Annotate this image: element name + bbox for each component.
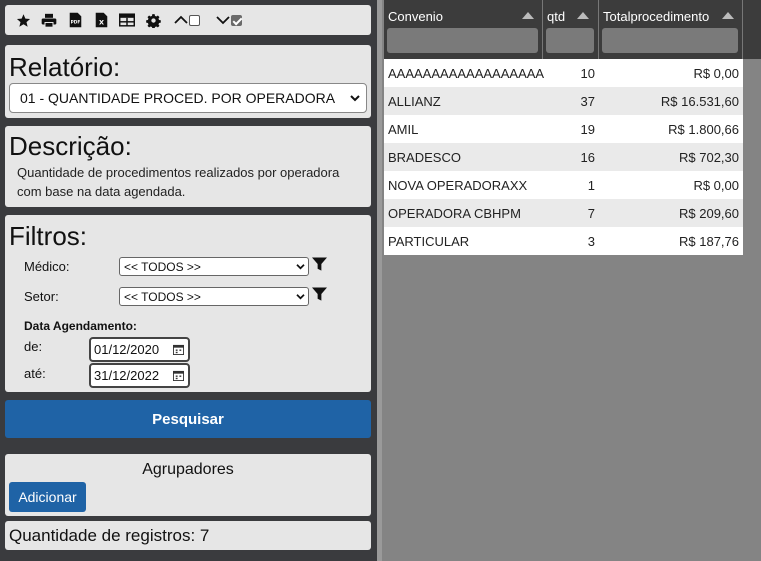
expand-checkbox[interactable] xyxy=(231,14,242,26)
expand-toggle[interactable] xyxy=(216,14,242,26)
table-row[interactable]: OPERADORA CBHPM 7 R$ 209,60 xyxy=(384,199,743,227)
cell-convenio: ALLIANZ xyxy=(388,94,441,109)
cell-qtd: 19 xyxy=(580,122,595,137)
report-select[interactable]: 01 - QUANTIDADE PROCED. POR OPERADORA xyxy=(9,83,367,113)
table-row[interactable]: ALLIANZ 37 R$ 16.531,60 xyxy=(384,87,743,115)
column-header-label: Totalprocedimento xyxy=(603,9,710,24)
column-filter-qtd[interactable] xyxy=(546,28,594,53)
cell-qtd: 7 xyxy=(587,206,595,221)
table-icon[interactable] xyxy=(114,7,140,33)
filters-panel: Filtros: Médico: << TODOS >> Setor: << T… xyxy=(5,215,371,392)
setor-select-value: << TODOS >> xyxy=(124,289,201,304)
column-filter-total[interactable] xyxy=(602,28,738,53)
report-panel: Relatório: 01 - QUANTIDADE PROCED. POR O… xyxy=(5,45,371,118)
star-icon[interactable] xyxy=(10,7,36,33)
cell-convenio: BRADESCO xyxy=(388,150,461,165)
table-row[interactable]: PARTICULAR 3 R$ 187,76 xyxy=(384,227,743,255)
record-count-panel: Quantidade de registros: 7 xyxy=(5,521,371,550)
cell-total: R$ 0,00 xyxy=(693,178,739,193)
report-title: Relatório: xyxy=(9,52,121,82)
calendar-icon[interactable] xyxy=(173,370,184,381)
results-panel: Convenio qtd Totalprocedimento AAAAAAAAA… xyxy=(382,0,761,561)
date-from-value: 01/12/2020 xyxy=(94,342,160,357)
pdf-icon[interactable]: PDF xyxy=(62,7,88,33)
collapse-checkbox[interactable] xyxy=(189,14,200,26)
setor-select[interactable]: << TODOS >> xyxy=(119,287,309,306)
cell-total: R$ 702,30 xyxy=(679,150,739,165)
toolbar: PDF X xyxy=(5,5,371,35)
add-grouper-button[interactable]: Adicionar xyxy=(9,482,86,512)
date-to-input[interactable]: 31/12/2022 xyxy=(89,363,190,388)
svg-text:X: X xyxy=(98,18,103,26)
search-button[interactable]: Pesquisar xyxy=(5,400,371,438)
cell-total: R$ 187,76 xyxy=(679,234,739,249)
chevron-down-icon xyxy=(296,294,305,300)
description-title: Descrição: xyxy=(9,131,132,161)
description-panel: Descrição: Quantidade de procedimentos r… xyxy=(5,126,371,207)
chevron-down-icon xyxy=(350,95,360,102)
cell-convenio: PARTICULAR xyxy=(388,234,470,249)
cell-convenio: OPERADORA CBHPM xyxy=(388,206,521,221)
ate-label: até: xyxy=(24,366,46,381)
column-header-qtd[interactable]: qtd xyxy=(543,0,599,59)
cell-convenio: AMIL xyxy=(388,122,419,137)
record-count: Quantidade de registros: 7 xyxy=(9,526,210,545)
calendar-icon[interactable] xyxy=(173,344,184,355)
chevron-down-icon xyxy=(216,16,230,25)
report-select-value: 01 - QUANTIDADE PROCED. POR OPERADORA xyxy=(20,90,336,106)
filters-title: Filtros: xyxy=(9,221,87,251)
excel-icon[interactable]: X xyxy=(88,7,114,33)
filter-icon[interactable] xyxy=(312,287,327,301)
filter-icon[interactable] xyxy=(312,257,327,271)
column-header-label: Convenio xyxy=(388,9,443,24)
sort-asc-icon[interactable] xyxy=(722,12,734,19)
svg-text:PDF: PDF xyxy=(70,20,80,26)
date-from-input[interactable]: 01/12/2020 xyxy=(89,337,190,362)
cell-total: R$ 16.531,60 xyxy=(660,94,739,109)
table-row[interactable]: NOVA OPERADORAXX 1 R$ 0,00 xyxy=(384,171,743,199)
cell-total: R$ 1.800,66 xyxy=(668,122,739,137)
description-text: Quantidade de procedimentos realizados p… xyxy=(17,165,340,199)
medico-select-value: << TODOS >> xyxy=(124,259,201,274)
collapse-toggle[interactable] xyxy=(174,14,200,26)
cell-qtd: 10 xyxy=(580,66,595,81)
grid-header: Convenio qtd Totalprocedimento xyxy=(384,0,761,59)
left-panel: PDF X Relatório: 01 - QUANTIDADE PROCED.… xyxy=(0,0,377,561)
column-header-total[interactable]: Totalprocedimento xyxy=(599,0,743,59)
sort-asc-icon[interactable] xyxy=(577,12,589,19)
date-to-value: 31/12/2022 xyxy=(94,368,160,383)
cell-convenio: NOVA OPERADORAXX xyxy=(388,178,528,193)
gear-icon[interactable] xyxy=(140,7,166,33)
cell-total: R$ 0,00 xyxy=(693,66,739,81)
chevron-up-icon xyxy=(174,15,188,24)
table-row[interactable]: BRADESCO 16 R$ 702,30 xyxy=(384,143,743,171)
chevron-down-icon xyxy=(296,264,305,270)
cell-qtd: 1 xyxy=(587,178,595,193)
cell-qtd: 37 xyxy=(580,94,595,109)
setor-label: Setor: xyxy=(24,289,59,304)
sort-asc-icon[interactable] xyxy=(522,12,534,19)
data-agendamento-label: Data Agendamento: xyxy=(24,319,137,333)
column-header-convenio[interactable]: Convenio xyxy=(384,0,543,59)
print-icon[interactable] xyxy=(36,7,62,33)
cell-qtd: 16 xyxy=(580,150,595,165)
table-row[interactable]: AAAAAAAAAAAAAAAAAA 10 R$ 0,00 xyxy=(384,59,743,87)
table-row[interactable]: AMIL 19 R$ 1.800,66 xyxy=(384,115,743,143)
cell-qtd: 3 xyxy=(587,234,595,249)
medico-select[interactable]: << TODOS >> xyxy=(119,257,309,276)
de-label: de: xyxy=(24,339,43,354)
medico-label: Médico: xyxy=(24,259,70,274)
groupers-title: Agrupadores xyxy=(142,461,234,478)
cell-total: R$ 209,60 xyxy=(679,206,739,221)
cell-convenio: AAAAAAAAAAAAAAAAAA xyxy=(388,66,545,81)
groupers-panel: Agrupadores Adicionar xyxy=(5,454,371,516)
column-header-label: qtd xyxy=(547,9,566,24)
column-filter-convenio[interactable] xyxy=(387,28,538,53)
